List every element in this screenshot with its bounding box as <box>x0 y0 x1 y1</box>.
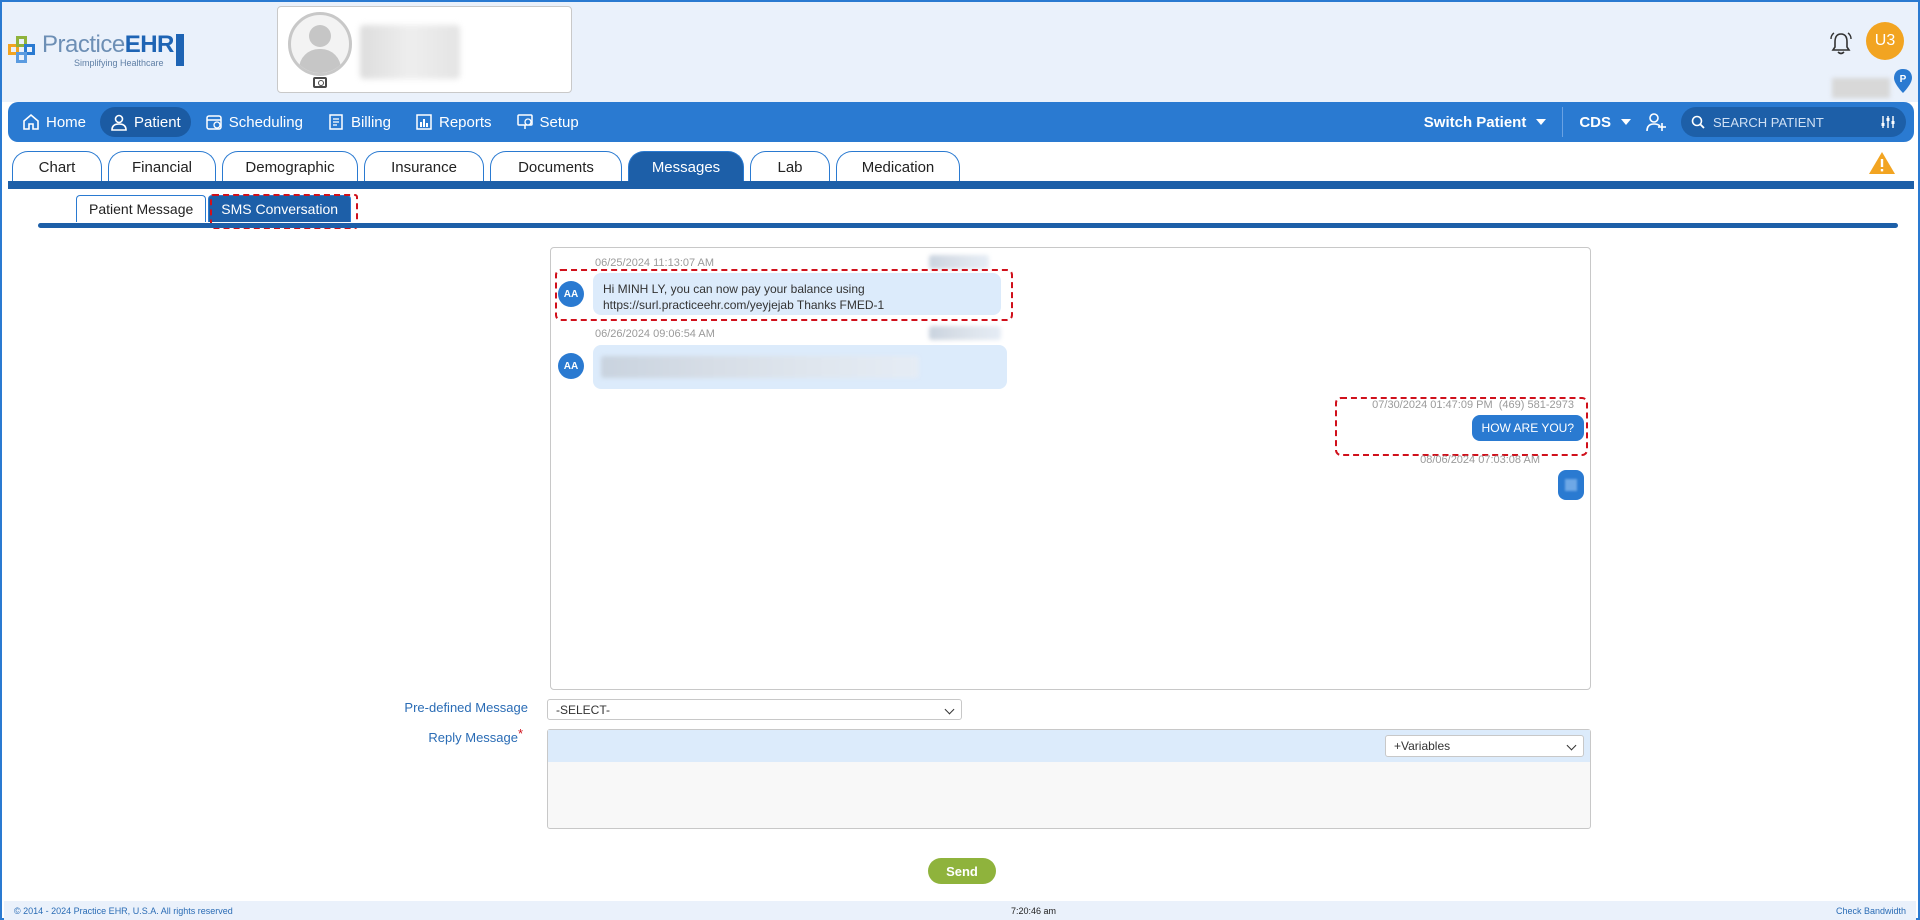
footer-time: 7:20:46 am <box>1011 906 1057 916</box>
message-timestamp: 06/25/2024 11:13:07 AM <box>595 257 715 269</box>
app-frame: PracticeEHR Simplifying Healthcare U3 P <box>0 0 1920 920</box>
logo-subtitle: Simplifying Healthcare <box>74 58 164 68</box>
search-patient-input[interactable]: SEARCH PATIENT <box>1681 107 1906 137</box>
setup-icon <box>516 114 533 129</box>
redacted <box>929 326 1001 340</box>
message-bubble-outgoing <box>1558 470 1584 500</box>
bell-icon[interactable] <box>1828 30 1854 56</box>
message-timestamp: 08/06/2024 07:03:08 AM <box>1420 454 1540 466</box>
reply-message-label: Reply Message <box>428 730 518 745</box>
billing-icon <box>329 114 343 130</box>
svg-text:P: P <box>1900 74 1907 85</box>
add-user-icon[interactable] <box>1645 111 1667 133</box>
predefined-message-label: Pre-defined Message <box>404 700 528 715</box>
patient-avatar[interactable] <box>288 12 352 76</box>
message-bubble-incoming <box>593 345 1007 389</box>
sender-avatar: AA <box>558 353 584 379</box>
user-avatar[interactable]: U3 <box>1866 22 1904 60</box>
patient-name-redacted <box>360 25 460 79</box>
user-name-redacted <box>1832 78 1890 98</box>
switch-patient-dropdown[interactable]: Switch Patient <box>1424 114 1547 131</box>
tab-documents[interactable]: Documents <box>490 151 622 183</box>
highlight-outline <box>555 269 1013 321</box>
reply-message-textarea[interactable]: +Variables <box>547 729 1591 829</box>
filter-sliders-icon[interactable] <box>1880 115 1896 129</box>
nav-home[interactable]: Home <box>12 107 96 137</box>
home-icon <box>23 113 39 130</box>
nav-reports[interactable]: Reports <box>405 107 502 137</box>
tab-messages[interactable]: Messages <box>628 151 744 183</box>
logo-mark-icon <box>8 36 38 66</box>
header: PracticeEHR Simplifying Healthcare U3 P <box>2 2 1918 102</box>
subtabs-underline <box>38 223 1898 228</box>
nav-scheduling[interactable]: Scheduling <box>195 107 313 137</box>
calendar-icon <box>205 115 222 130</box>
variables-select[interactable]: +Variables <box>1385 735 1584 757</box>
nav-billing[interactable]: Billing <box>317 107 401 137</box>
patient-card <box>277 6 572 93</box>
logo-title: PracticeEHR <box>42 31 174 58</box>
tab-lab[interactable]: Lab <box>750 151 830 183</box>
redacted <box>929 255 989 269</box>
logo[interactable]: PracticeEHR Simplifying Healthcare <box>8 32 184 68</box>
cds-dropdown[interactable]: CDS <box>1579 114 1631 131</box>
chevron-down-icon <box>944 704 955 715</box>
tab-chart[interactable]: Chart <box>12 151 102 183</box>
camera-icon[interactable] <box>313 77 327 88</box>
send-button[interactable]: Send <box>928 858 996 884</box>
nav-patient[interactable]: Patient <box>100 107 191 137</box>
subtab-patient-message[interactable]: Patient Message <box>76 195 207 222</box>
patient-tabs: Chart Financial Demographic Insurance Do… <box>12 149 966 183</box>
nav-divider <box>1562 107 1564 137</box>
nav-setup[interactable]: Setup <box>506 107 589 137</box>
predefined-message-select[interactable]: -SELECT- <box>547 699 962 720</box>
message-text-redacted <box>601 356 919 378</box>
tabs-underline <box>8 181 1914 189</box>
main-nav: Home Patient Scheduling Billing Reports … <box>8 102 1914 142</box>
message-timestamp: 06/26/2024 09:06:54 AM <box>595 328 715 340</box>
reports-icon <box>416 114 432 130</box>
check-bandwidth-link[interactable]: Check Bandwidth <box>1836 906 1906 916</box>
tab-financial[interactable]: Financial <box>108 151 216 183</box>
chevron-down-icon <box>1566 740 1577 751</box>
location-pin-icon[interactable]: P <box>1893 68 1913 94</box>
logo-bar <box>175 34 184 66</box>
user-icon <box>111 114 127 131</box>
tab-demographic[interactable]: Demographic <box>222 151 358 183</box>
tab-insurance[interactable]: Insurance <box>364 151 484 183</box>
highlight-outline <box>1335 397 1588 456</box>
chevron-down-icon <box>1621 119 1631 125</box>
tab-medication[interactable]: Medication <box>836 151 960 183</box>
footer: © 2014 - 2024 Practice EHR, U.S.A. All r… <box>4 901 1916 920</box>
copyright-text: © 2014 - 2024 Practice EHR, U.S.A. All r… <box>14 906 233 916</box>
warning-icon[interactable] <box>1868 150 1896 176</box>
required-indicator: * <box>518 726 524 741</box>
search-icon <box>1691 115 1705 129</box>
chevron-down-icon <box>1536 119 1547 125</box>
sms-conversation-panel[interactable]: 06/25/2024 11:13:07 AM AA Hi MINH LY, yo… <box>550 247 1591 690</box>
